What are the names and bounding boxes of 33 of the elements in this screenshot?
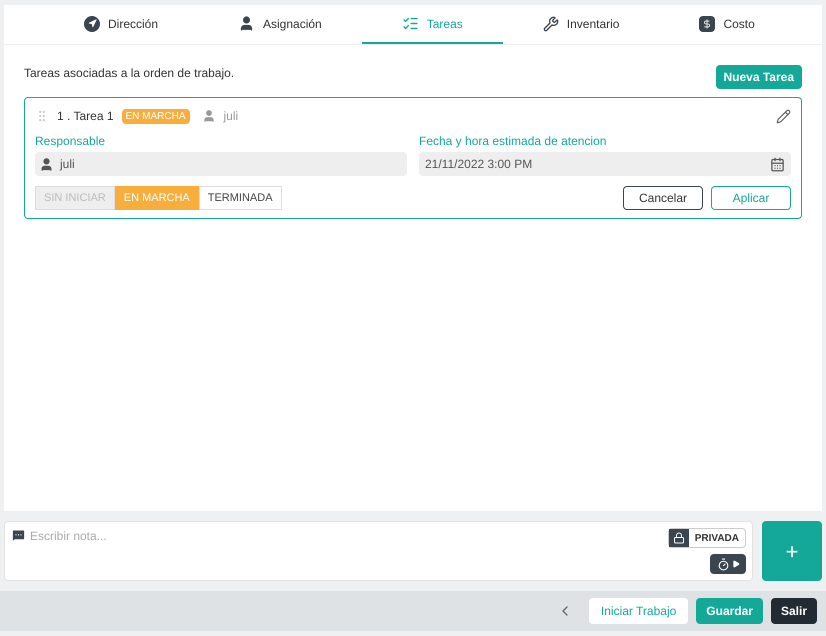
play-icon: [732, 560, 740, 568]
tools-icon: [542, 16, 559, 32]
lock-icon: [672, 532, 685, 544]
assignee-name: juli: [224, 108, 238, 125]
privacy-toggle[interactable]: PRIVADA: [668, 528, 746, 548]
field-label: Responsable: [35, 133, 106, 150]
tab[interactable]: Inventario: [502, 5, 660, 44]
money-icon: [699, 16, 716, 32]
tab[interactable]: Dirección: [44, 5, 198, 44]
note-field[interactable]: Escribir nota... PRIVADA: [4, 521, 753, 581]
tab[interactable]: Costo: [659, 5, 795, 44]
field-value: 21/11/2022 3:00 PM: [425, 156, 532, 173]
field-label: Fecha y hora estimada de atencion: [419, 133, 608, 150]
cancel-button[interactable]: Cancelar: [623, 186, 703, 210]
status-badge: EN MARCHA: [122, 108, 190, 124]
person-icon: [202, 109, 216, 123]
tab[interactable]: Asignación: [198, 5, 362, 44]
list-icon: [402, 15, 419, 32]
timer-icon: [716, 558, 730, 570]
date-field[interactable]: 21/11/2022 3:00 PM: [419, 152, 791, 176]
privacy-label: PRIVADA: [694, 532, 740, 546]
responsible-field[interactable]: juli: [35, 152, 407, 176]
timer-button[interactable]: [710, 554, 746, 574]
person-icon: [39, 156, 54, 172]
task-title: 1 . Tarea 1: [57, 108, 114, 125]
edit-icon[interactable]: [776, 108, 791, 124]
intro-text: Tareas asociadas a la orden de trabajo.: [24, 65, 234, 82]
field-value: juli: [60, 156, 75, 173]
comment-icon: [11, 528, 26, 543]
status-option[interactable]: TERMINADA: [198, 186, 282, 210]
exit-button[interactable]: Salir: [770, 598, 817, 624]
calendar-icon[interactable]: [770, 156, 785, 172]
navigation-icon: [84, 16, 100, 32]
